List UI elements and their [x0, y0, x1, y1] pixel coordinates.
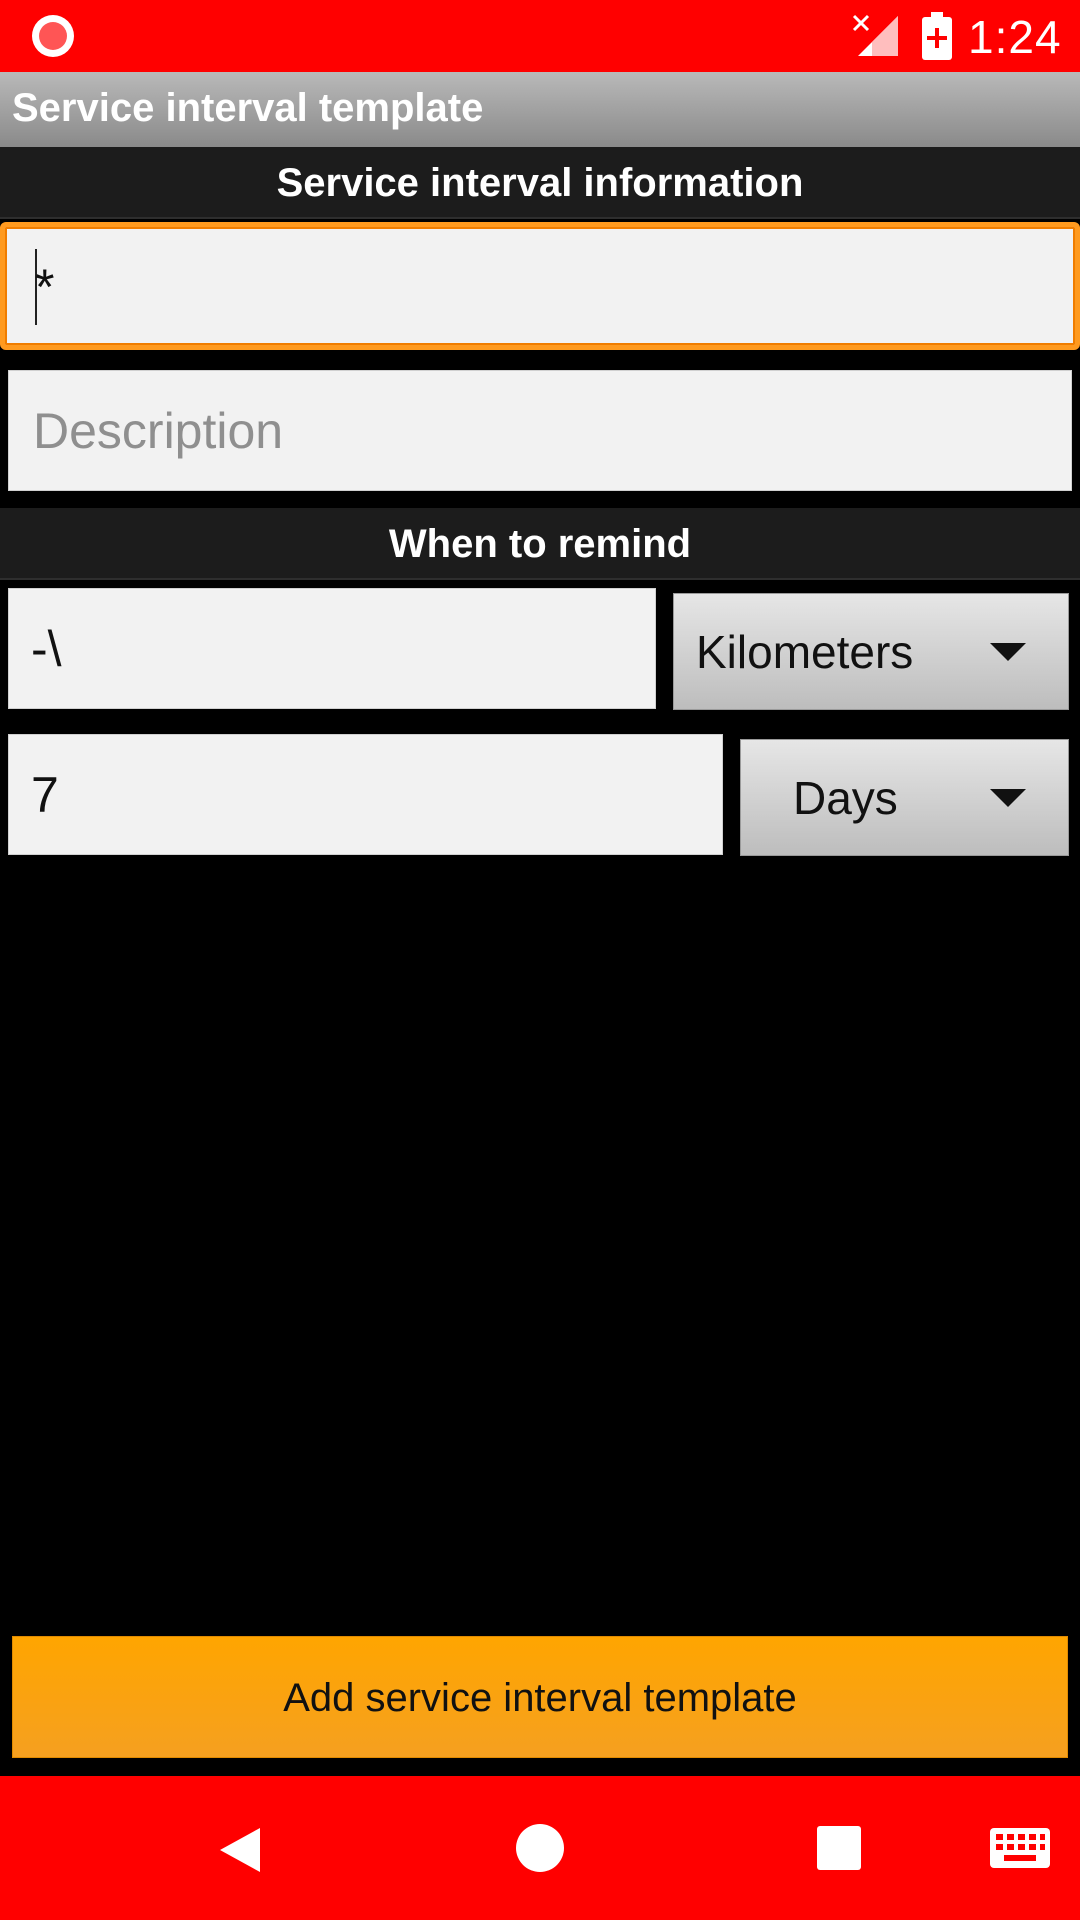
navigation-bar — [0, 1776, 1080, 1920]
battery-alert-icon — [922, 12, 952, 60]
name-input[interactable]: * — [0, 222, 1080, 350]
distance-unit-dropdown[interactable]: Kilometers — [673, 593, 1069, 710]
home-icon[interactable] — [516, 1824, 564, 1872]
keyboard-icon[interactable] — [990, 1828, 1050, 1868]
record-icon — [32, 15, 74, 57]
distance-input-value: -\ — [31, 620, 62, 677]
description-input[interactable]: Description — [8, 370, 1072, 491]
section-title-remind: When to remind — [388, 522, 692, 566]
chevron-down-icon — [990, 788, 1026, 807]
status-bar: 1:24 — [0, 0, 1080, 72]
time-input[interactable]: 7 — [8, 734, 723, 855]
recents-icon[interactable] — [817, 1826, 861, 1870]
section-title-info: Service interval information — [276, 161, 804, 205]
distance-input[interactable]: -\ — [8, 588, 656, 709]
time-input-value: 7 — [31, 766, 59, 823]
section-header-info: Service interval information — [0, 147, 1080, 219]
description-placeholder: Description — [33, 402, 284, 459]
add-template-button[interactable]: Add service interval template — [12, 1636, 1068, 1758]
page-title: Service interval template — [12, 86, 484, 130]
distance-unit-label: Kilometers — [696, 625, 914, 678]
time-unit-label: Days — [793, 771, 898, 824]
back-icon[interactable] — [216, 1826, 264, 1874]
clock: 1:24 — [968, 11, 1062, 63]
section-header-remind: When to remind — [0, 508, 1080, 580]
chevron-down-icon — [990, 642, 1026, 661]
signal-off-icon — [852, 14, 898, 56]
app-bar: Service interval template — [0, 72, 1080, 147]
time-unit-dropdown[interactable]: Days — [740, 739, 1069, 856]
name-input-value: * — [35, 259, 55, 315]
